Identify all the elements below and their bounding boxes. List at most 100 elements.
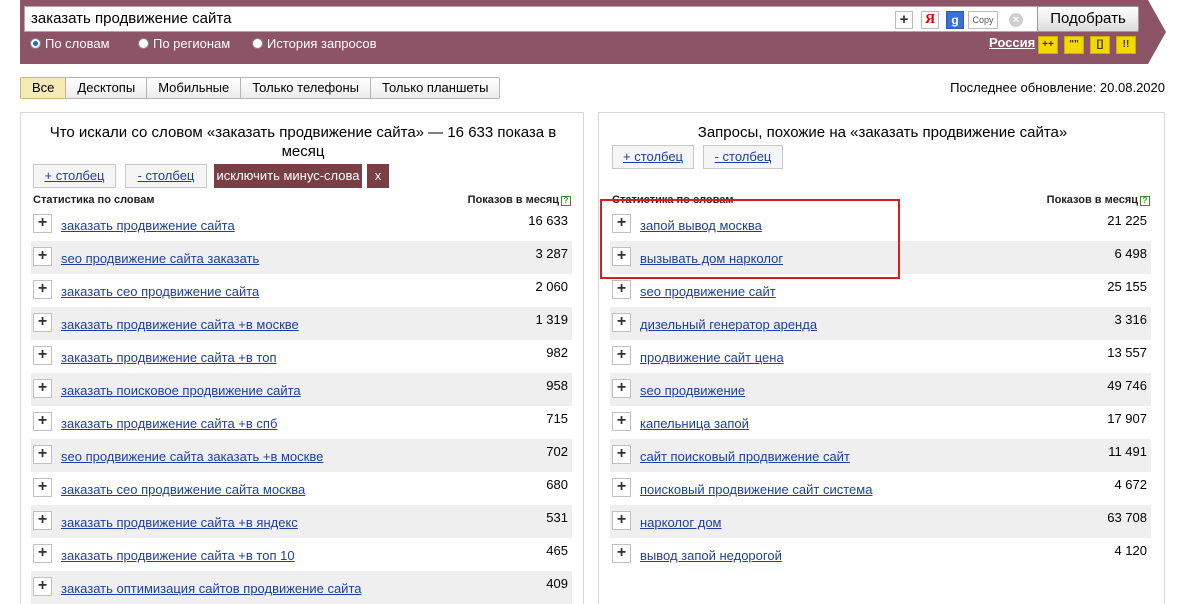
operator-plus-button[interactable]: ++ [1038, 36, 1058, 54]
add-word-icon[interactable]: + [33, 214, 52, 233]
search-input[interactable]: заказать продвижение сайта + Я g Copy × [24, 6, 1052, 32]
last-update: Последнее обновление: 20.08.2020 [950, 80, 1165, 95]
operator-brackets-button[interactable]: [] [1090, 36, 1110, 54]
add-word-icon[interactable]: + [33, 379, 52, 398]
add-word-icon[interactable]: + [612, 544, 631, 563]
add-word-icon[interactable]: + [612, 313, 631, 332]
add-word-icon[interactable]: + [612, 412, 631, 431]
add-word-icon[interactable]: + [33, 511, 52, 530]
keyword-link[interactable]: дизельный генератор аренда [640, 317, 817, 332]
keyword-link[interactable]: продвижение сайт цена [640, 350, 784, 365]
add-column-button[interactable]: + столбец [612, 145, 694, 169]
exclude-minus-words-button[interactable]: исключить минус-слова [214, 164, 362, 188]
keyword-link[interactable]: заказать продвижение сайта +в топ 10 [61, 548, 295, 563]
operator-exclaim-button[interactable]: !! [1116, 36, 1136, 54]
yandex-icon[interactable]: Я [921, 11, 939, 29]
add-word-icon[interactable]: + [612, 247, 631, 266]
tab-desktops[interactable]: Десктопы [66, 77, 148, 99]
keyword-link[interactable]: заказать продвижение сайта +в спб [61, 416, 277, 431]
remove-column-label: - столбец [137, 168, 195, 183]
copy-button[interactable]: Copy [968, 11, 998, 29]
radio-dot[interactable] [252, 38, 263, 49]
table-row: + капельница запой 17 907 [610, 406, 1151, 439]
add-word-icon[interactable]: + [612, 511, 631, 530]
google-icon[interactable]: g [946, 11, 964, 29]
impressions-count: 702 [546, 444, 568, 459]
tab-mobile[interactable]: Мобильные [147, 77, 242, 99]
impressions-count: 11 491 [1108, 444, 1147, 459]
add-word-icon[interactable]: + [33, 445, 52, 464]
radio-history[interactable]: История запросов [252, 36, 377, 51]
keyword-link[interactable]: заказать продвижение сайта [61, 218, 235, 233]
table-row: + заказать продвижение сайта +в яндекс 531 [31, 505, 572, 538]
keyword-link[interactable]: вывод запой недорогой [640, 548, 782, 563]
clear-icon[interactable]: × [1009, 13, 1023, 27]
add-word-icon[interactable]: + [33, 346, 52, 365]
help-icon[interactable]: ? [1140, 196, 1150, 206]
region-link[interactable]: Россия [989, 35, 1035, 50]
keyword-link[interactable]: запой вывод москва [640, 218, 762, 233]
table-row: + seo продвижение 49 746 [610, 373, 1151, 406]
table-row: + seo продвижение сайта заказать 3 287 [31, 241, 572, 274]
keyword-link[interactable]: seo продвижение сайт [640, 284, 776, 299]
keyword-link[interactable]: заказать сео продвижение сайта [61, 284, 259, 299]
table-row: + seo продвижение сайта заказать +в москв… [31, 439, 572, 472]
add-word-icon[interactable]: + [33, 412, 52, 431]
remove-column-button[interactable]: - столбец [125, 164, 207, 188]
keyword-link[interactable]: поисковый продвижение сайт система [640, 482, 872, 497]
add-word-icon[interactable]: + [33, 280, 52, 299]
keyword-link[interactable]: капельница запой [640, 416, 749, 431]
operator-quotes-button[interactable]: "" [1064, 36, 1084, 54]
keyword-link[interactable]: заказать сео продвижение сайта москва [61, 482, 305, 497]
add-word-icon[interactable]: + [612, 280, 631, 299]
impressions-count: 680 [546, 477, 568, 492]
radio-dot[interactable] [30, 38, 41, 49]
remove-column-button[interactable]: - столбец [703, 145, 783, 169]
add-word-icon[interactable]: + [612, 379, 631, 398]
add-word-icon[interactable]: + [33, 544, 52, 563]
keyword-link[interactable]: заказать оптимизация сайтов продвижение … [61, 581, 361, 596]
keyword-link[interactable]: seo продвижение [640, 383, 745, 398]
keyword-link[interactable]: seo продвижение сайта заказать [61, 251, 259, 266]
add-word-icon[interactable]: + [612, 346, 631, 365]
keyword-link[interactable]: заказать продвижение сайта +в москве [61, 317, 299, 332]
radio-by-regions[interactable]: По регионам [138, 36, 230, 51]
add-word-icon[interactable]: + [33, 478, 52, 497]
help-icon[interactable]: ? [561, 196, 571, 206]
table-row: + заказать поисковое продвижение сайта 958 [31, 373, 572, 406]
tab-all[interactable]: Все [20, 77, 67, 99]
right-rows: + запой вывод москва 21 225 + вызывать дом н… [610, 208, 1151, 571]
radio-by-words[interactable]: По словам [30, 36, 110, 51]
tab-phones-only[interactable]: Только телефоны [241, 77, 372, 99]
keyword-link[interactable]: сайт поисковый продвижение сайт [640, 449, 850, 464]
device-tabs: Все Десктопы Мобильные Только телефоны Т… [20, 77, 501, 99]
table-row: + продвижение сайт цена 13 557 [610, 340, 1151, 373]
exclude-close-button[interactable]: x [367, 164, 389, 188]
left-rows: + заказать продвижение сайта 16 633 + seo пр… [31, 208, 572, 604]
keyword-link[interactable]: заказать поисковое продвижение сайта [61, 383, 301, 398]
table-row: + заказать продвижение сайта +в спб 715 [31, 406, 572, 439]
radio-label: По словам [45, 36, 110, 51]
keyword-link[interactable]: seo продвижение сайта заказать +в москве [61, 449, 323, 464]
add-word-icon[interactable]: + [612, 445, 631, 464]
keyword-link[interactable]: нарколог дом [640, 515, 722, 530]
impressions-count: 465 [546, 543, 568, 558]
keyword-link[interactable]: заказать продвижение сайта +в яндекс [61, 515, 298, 530]
add-word-icon[interactable]: + [612, 214, 631, 233]
add-column-button[interactable]: + столбец [33, 164, 116, 188]
table-row: + дизельный генератор аренда 3 316 [610, 307, 1151, 340]
keyword-link[interactable]: вызывать дом нарколог [640, 251, 783, 266]
add-word-icon[interactable]: + [33, 577, 52, 596]
tab-tablets-only[interactable]: Только планшеты [371, 77, 501, 99]
add-plus-icon[interactable]: + [895, 11, 913, 29]
table-row: + поисковый продвижение сайт система 4 672 [610, 472, 1151, 505]
add-word-icon[interactable]: + [33, 247, 52, 266]
add-word-icon[interactable]: + [33, 313, 52, 332]
add-word-icon[interactable]: + [612, 478, 631, 497]
submit-button[interactable]: Подобрать [1037, 6, 1139, 32]
table-row: + нарколог дом 63 708 [610, 505, 1151, 538]
impressions-count: 958 [546, 378, 568, 393]
impressions-count: 49 746 [1107, 378, 1147, 393]
radio-dot[interactable] [138, 38, 149, 49]
keyword-link[interactable]: заказать продвижение сайта +в топ [61, 350, 277, 365]
